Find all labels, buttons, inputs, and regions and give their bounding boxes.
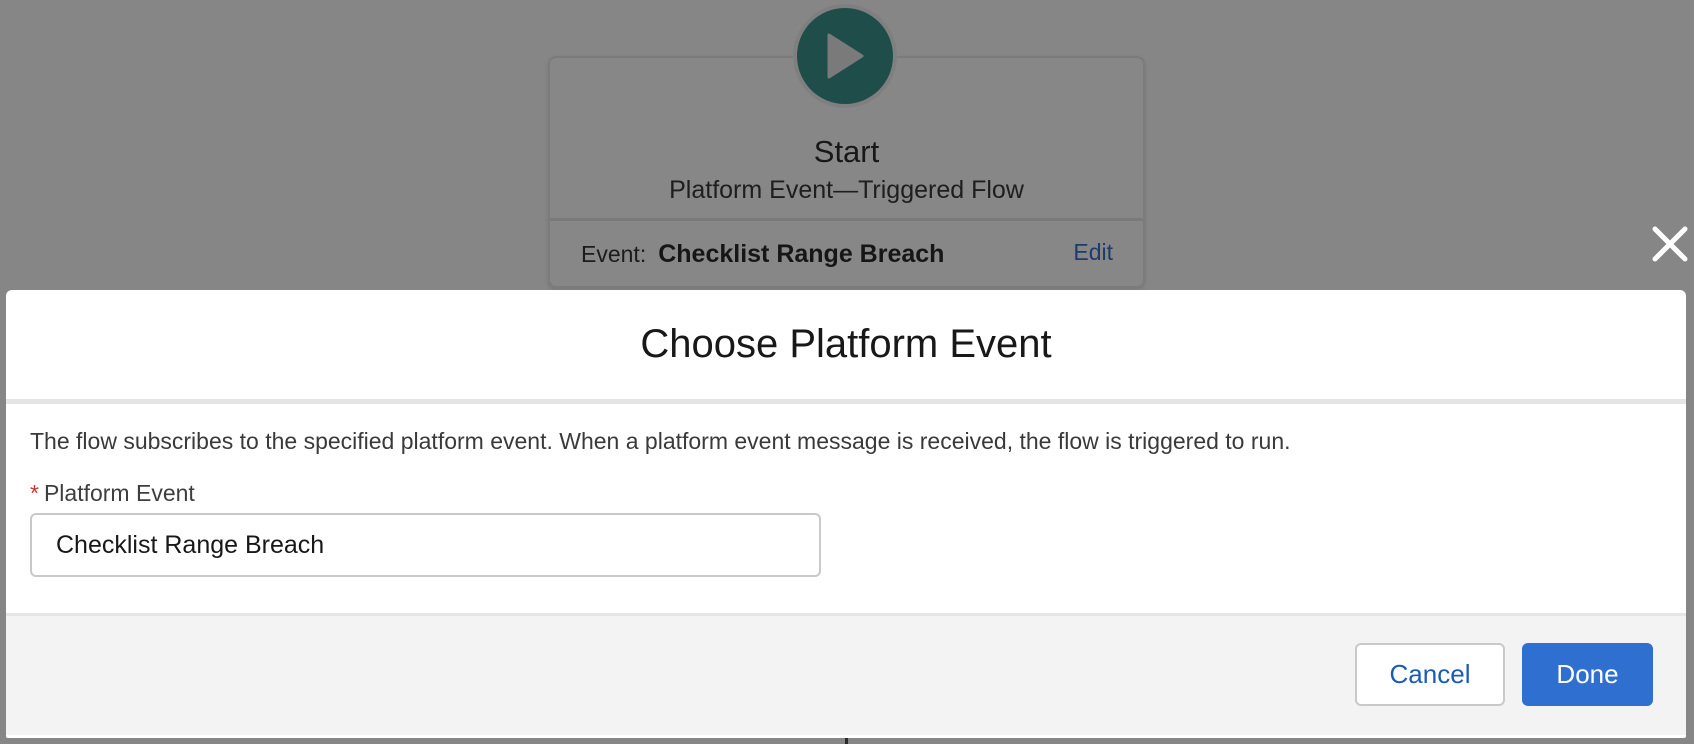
event-label: Event:: [581, 240, 647, 267]
edit-event-link[interactable]: Edit: [1073, 239, 1113, 266]
event-value: Checklist Range Breach: [658, 239, 945, 268]
modal-title: Choose Platform Event: [640, 322, 1052, 366]
platform-event-input[interactable]: [30, 513, 821, 577]
play-icon: [827, 33, 864, 79]
modal-body: The flow subscribes to the specified pla…: [6, 404, 1686, 616]
platform-event-field-label: * Platform Event: [30, 480, 1662, 507]
modal-footer: Cancel Done: [6, 616, 1686, 735]
choose-platform-event-modal: Choose Platform Event The flow subscribe…: [6, 290, 1686, 738]
cancel-button[interactable]: Cancel: [1355, 643, 1505, 706]
required-marker: *: [30, 480, 39, 506]
done-button[interactable]: Done: [1522, 643, 1653, 706]
start-node-subtitle: Platform Event—Triggered Flow: [669, 176, 1024, 204]
close-icon[interactable]: [1648, 222, 1692, 266]
modal-description: The flow subscribes to the specified pla…: [30, 428, 1291, 454]
modal-header: Choose Platform Event: [6, 290, 1686, 404]
platform-event-label-text: Platform Event: [43, 480, 195, 506]
start-node-icon[interactable]: [797, 8, 893, 104]
start-node-event-row: Event: Checklist Range Breach Edit: [550, 221, 1143, 287]
